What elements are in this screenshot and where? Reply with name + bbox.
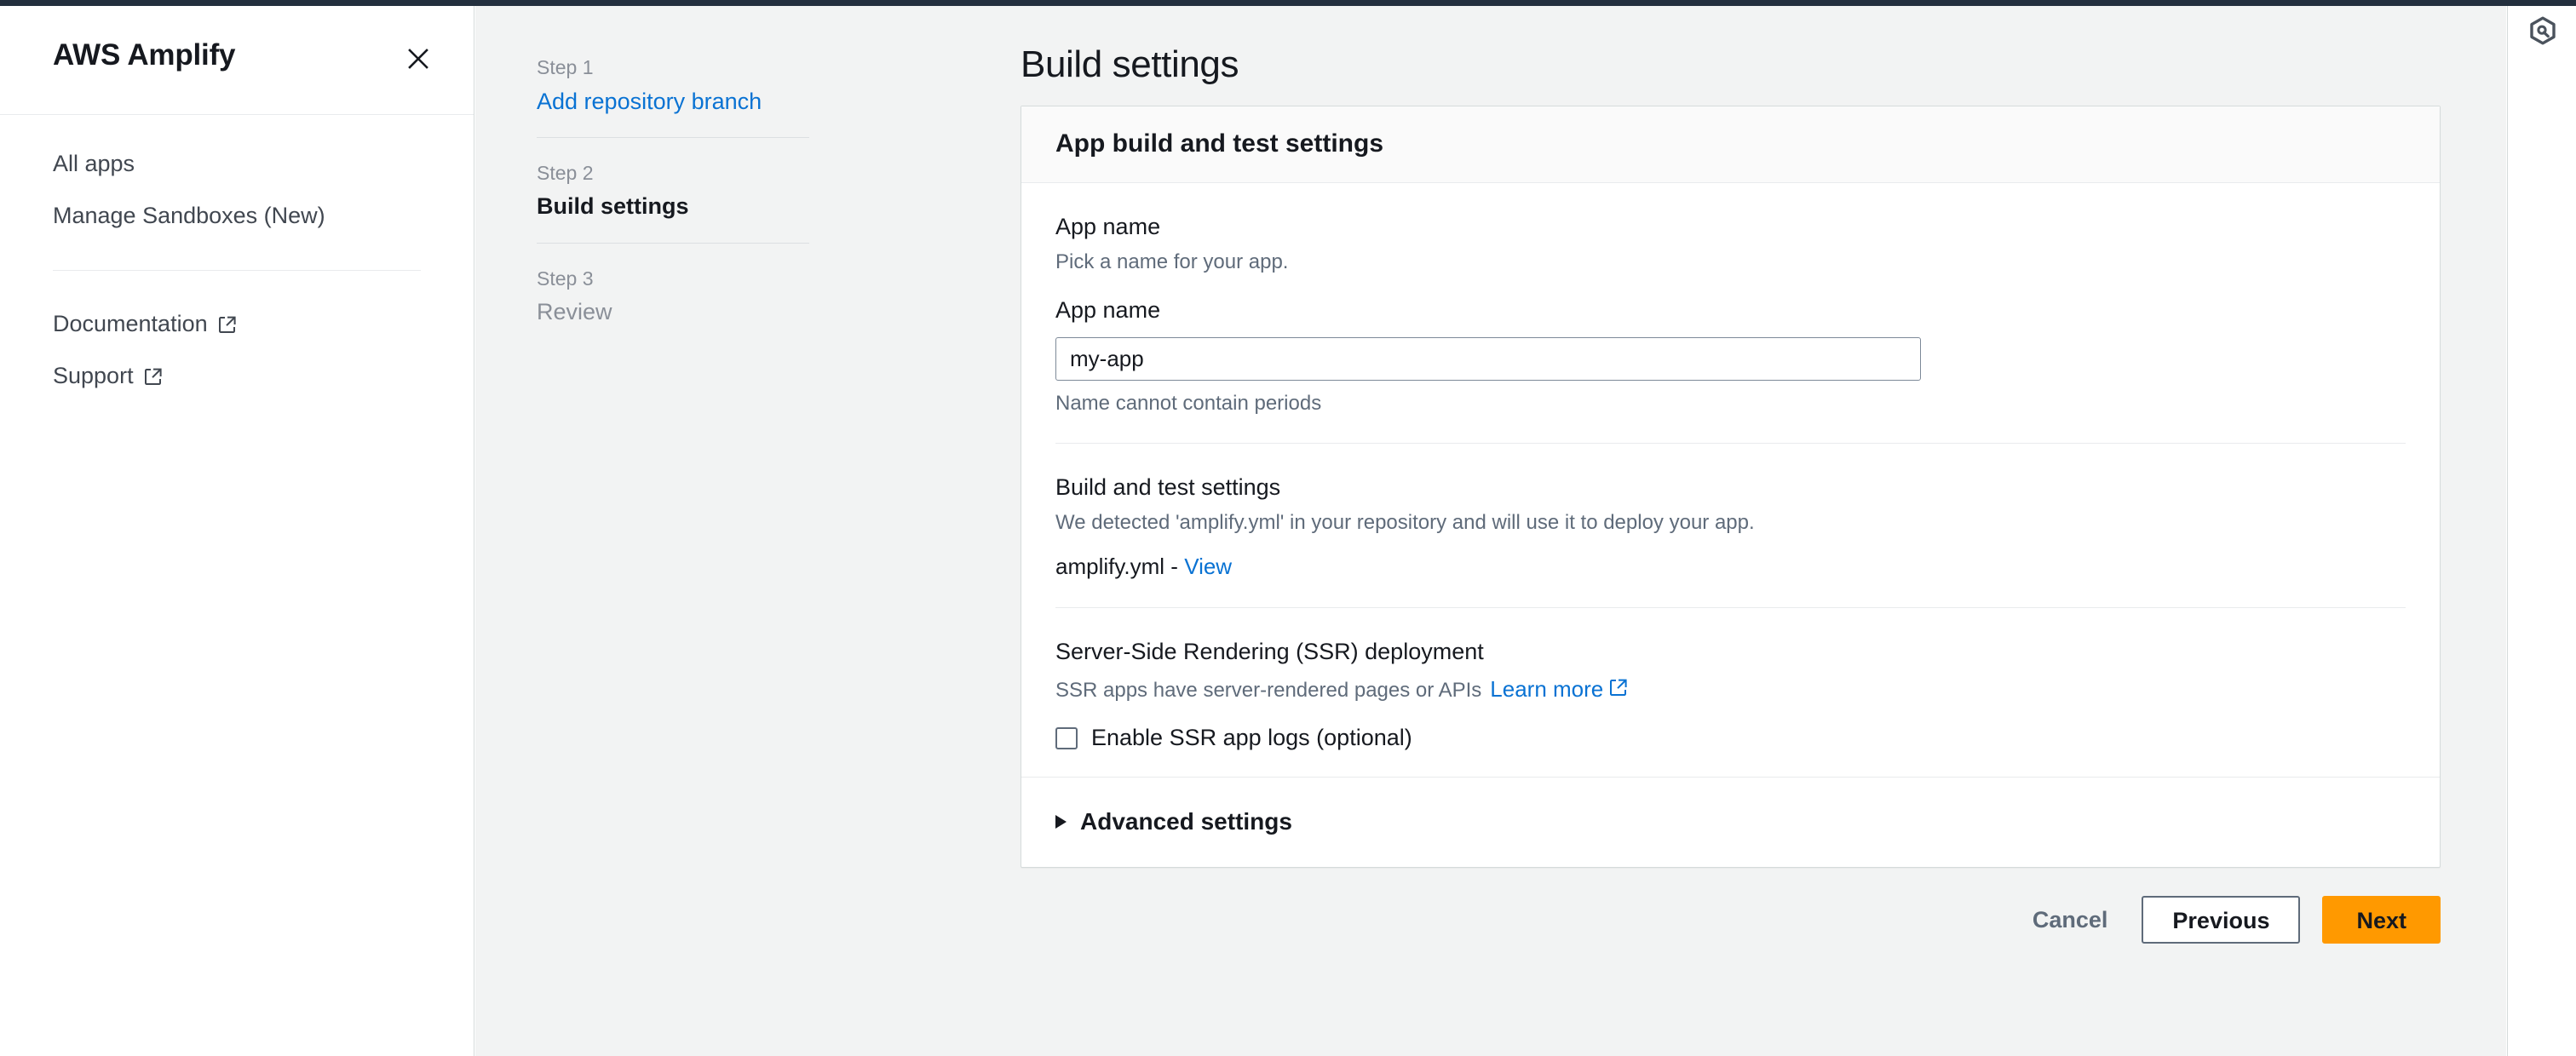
sidebar-item-all-apps[interactable]: All apps (0, 138, 474, 190)
enable-ssr-logs-checkbox-row[interactable]: Enable SSR app logs (optional) (1055, 726, 2406, 749)
sidebar-item-label: Documentation (53, 311, 208, 336)
ssr-section-description-row: SSR apps have server-rendered pages or A… (1055, 674, 2406, 705)
build-settings-card: App build and test settings App name Pic… (1021, 106, 2441, 869)
close-icon[interactable] (401, 42, 435, 76)
previous-button[interactable]: Previous (2142, 896, 2301, 944)
enable-ssr-logs-checkbox[interactable] (1055, 726, 1078, 749)
wizard-step-current-build-settings: Build settings (537, 193, 689, 220)
app-name-hint: Name cannot contain periods (1055, 391, 1322, 415)
app-name-section: App name Pick a name for your app. App n… (1055, 183, 2406, 443)
build-test-section-description: We detected 'amplify.yml' in your reposi… (1055, 510, 1755, 534)
wizard-step-3: Step 3 Review (537, 242, 809, 348)
cancel-button[interactable]: Cancel (2021, 897, 2120, 944)
wizard-step-link-add-repository-branch[interactable]: Add repository branch (537, 86, 809, 117)
nav-items-list: All apps Manage Sandboxes (New) Document… (0, 115, 474, 402)
sidebar-item-manage-sandboxes[interactable]: Manage Sandboxes (New) (0, 190, 474, 242)
ssr-learn-more-label: Learn more (1490, 675, 1604, 702)
wizard-step-1: Step 1 Add repository branch (537, 53, 809, 137)
next-button[interactable]: Next (2322, 896, 2441, 944)
advanced-settings-label: Advanced settings (1080, 808, 1292, 835)
wizard-footer-actions: Cancel Previous Next (1021, 896, 2441, 944)
wizard-steps: Step 1 Add repository branch Step 2 Buil… (537, 53, 809, 348)
app-name-field-label: App name (1055, 296, 1161, 323)
ssr-learn-more-link[interactable]: Learn more (1490, 674, 1628, 704)
main-content-area: Step 1 Add repository branch Step 2 Buil… (475, 6, 2506, 1056)
sidebar-item-support[interactable]: Support (0, 350, 474, 402)
app-name-section-description: Pick a name for your app. (1055, 250, 1289, 274)
step-number: Step 2 (537, 161, 594, 184)
external-link-icon (144, 367, 163, 386)
buildspec-file-row: amplify.yml - View (1055, 554, 2406, 580)
console-top-bar (0, 0, 2576, 6)
advanced-settings-expander[interactable]: Advanced settings (1021, 777, 2440, 867)
page-title: Build settings (1021, 43, 1239, 85)
ssr-deployment-section: Server-Side Rendering (SSR) deployment S… (1055, 607, 2406, 777)
content-column: Build settings App build and test settin… (1021, 6, 2460, 944)
sidebar-item-label: Manage Sandboxes (New) (53, 203, 325, 228)
amazon-q-hexagon-icon[interactable] (2525, 13, 2561, 49)
service-title: AWS Amplify (53, 38, 236, 72)
nav-divider (53, 270, 421, 271)
sidebar-item-label: All apps (53, 151, 135, 176)
nav-secondary-group: Documentation Support (0, 298, 474, 402)
ssr-section-description: SSR apps have server-rendered pages or A… (1055, 678, 1482, 702)
caret-right-icon (1055, 815, 1067, 829)
amplify-console-page: AWS Amplify All apps Manage Sandboxes (N… (0, 0, 2576, 1056)
external-link-icon (1609, 674, 1628, 704)
left-navigation-panel: AWS Amplify All apps Manage Sandboxes (N… (0, 6, 474, 1056)
card-body: App name Pick a name for your app. App n… (1021, 183, 2440, 777)
ssr-section-title: Server-Side Rendering (SSR) deployment (1055, 639, 1484, 665)
sidebar-item-label: Support (53, 363, 134, 388)
buildspec-file-name: amplify.yml - (1055, 554, 1185, 580)
build-test-section-title: Build and test settings (1055, 473, 1281, 500)
external-link-icon (218, 315, 237, 334)
step-number: Step 1 (537, 56, 594, 78)
wizard-step-2: Step 2 Build settings (537, 136, 809, 243)
card-header: App build and test settings (1021, 106, 2440, 183)
view-buildspec-link[interactable]: View (1184, 554, 1232, 579)
left-nav-header: AWS Amplify (0, 6, 474, 115)
enable-ssr-logs-label: Enable SSR app logs (optional) (1091, 725, 1412, 751)
step-number: Step 3 (537, 267, 594, 290)
card-header-title: App build and test settings (1055, 129, 1384, 158)
wizard-step-upcoming-review: Review (537, 299, 612, 325)
sidebar-item-documentation[interactable]: Documentation (0, 298, 474, 350)
app-name-input[interactable] (1055, 336, 1921, 381)
right-help-panel (2507, 6, 2576, 1056)
app-name-section-title: App name (1055, 214, 1161, 239)
build-and-test-settings-section: Build and test settings We detected 'amp… (1055, 442, 2406, 608)
